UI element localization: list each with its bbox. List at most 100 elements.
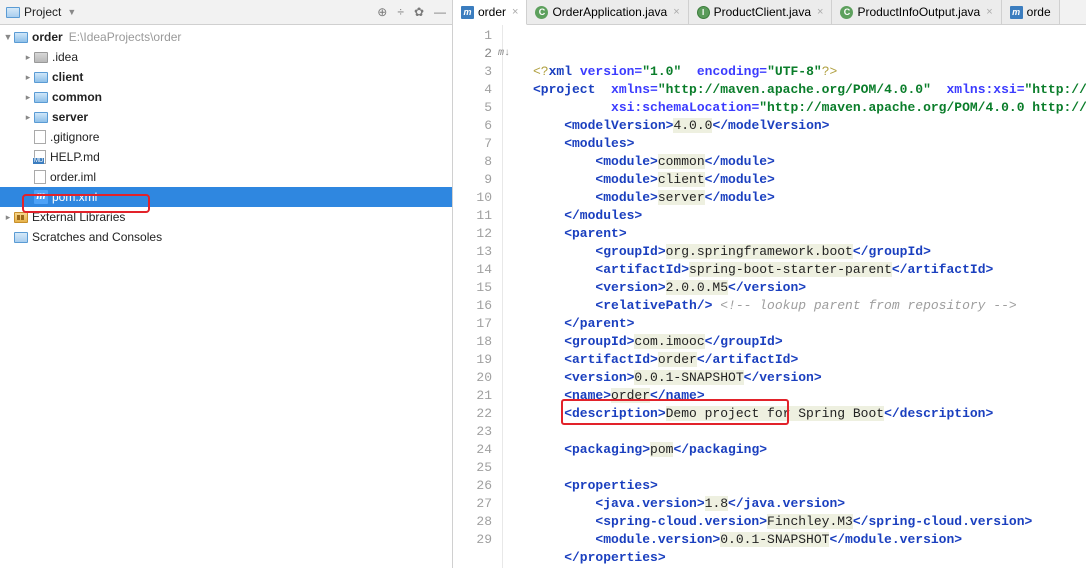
folder-icon — [34, 72, 48, 83]
code-line[interactable]: <spring-cloud.version>Finchley.M3</sprin… — [533, 513, 1086, 531]
project-tree[interactable]: ▼orderE:\IdeaProjects\order▸.idea▸client… — [0, 25, 452, 568]
tree-item-label: .idea — [52, 50, 78, 64]
interface-icon: I — [697, 6, 710, 19]
tab-label: order — [478, 5, 506, 19]
external-libraries[interactable]: ▸External Libraries — [0, 207, 452, 227]
code-line[interactable]: <parent> — [533, 225, 1086, 243]
code-line[interactable]: <packaging>pom</packaging> — [533, 441, 1086, 459]
line-number: 13 — [453, 243, 492, 261]
tree-item-order-iml[interactable]: order.iml — [0, 167, 452, 187]
line-number: 16 — [453, 297, 492, 315]
line-number: 20 — [453, 369, 492, 387]
scratches-label: Scratches and Consoles — [32, 230, 162, 244]
line-number: 17 — [453, 315, 492, 333]
line-number: 10 — [453, 189, 492, 207]
code-line[interactable]: <relativePath/> <!-- lookup parent from … — [533, 297, 1086, 315]
tree-item-pom-xml[interactable]: mpom.xml — [0, 187, 452, 207]
line-number: 25 — [453, 459, 492, 477]
line-number: 9 — [453, 171, 492, 189]
tree-root[interactable]: ▼orderE:\IdeaProjects\order — [0, 27, 452, 47]
code-line[interactable]: <module>server</module> — [533, 189, 1086, 207]
tab-label: orde — [1027, 5, 1051, 19]
line-number: 23 — [453, 423, 492, 441]
line-number: 24 — [453, 441, 492, 459]
line-number: 7 — [453, 135, 492, 153]
code-line[interactable]: </parent> — [533, 315, 1086, 333]
editor[interactable]: 1234567891011121314151617181920212223242… — [453, 25, 1086, 568]
gutter: 1234567891011121314151617181920212223242… — [453, 25, 503, 568]
code-line[interactable]: <module>client</module> — [533, 171, 1086, 189]
line-number: 22 — [453, 405, 492, 423]
code-line[interactable]: <module.version>0.0.1-SNAPSHOT</module.v… — [533, 531, 1086, 549]
code-line[interactable]: <modules> — [533, 135, 1086, 153]
line-number: 11 — [453, 207, 492, 225]
code-line[interactable]: <name>order</name> — [533, 387, 1086, 405]
code-line[interactable] — [533, 459, 1086, 477]
code-line[interactable]: xsi:schemaLocation="http://maven.apache.… — [533, 99, 1086, 117]
tree-item--gitignore[interactable]: .gitignore — [0, 127, 452, 147]
line-number: 5 — [453, 99, 492, 117]
code-line[interactable]: <artifactId>order</artifactId> — [533, 351, 1086, 369]
folder-icon — [34, 92, 48, 103]
tree-item-label: HELP.md — [50, 150, 100, 164]
code-line[interactable]: <modelVersion>4.0.0</modelVersion> — [533, 117, 1086, 135]
code-line[interactable]: </modules> — [533, 207, 1086, 225]
file-icon — [34, 170, 46, 184]
code-line[interactable]: <project xmlns="http://maven.apache.org/… — [533, 81, 1086, 99]
code-line[interactable]: <artifactId>spring-boot-starter-parent</… — [533, 261, 1086, 279]
code-line[interactable]: <version>2.0.0.M5</version> — [533, 279, 1086, 297]
scratches[interactable]: Scratches and Consoles — [0, 227, 452, 247]
code-line[interactable]: <java.version>1.8</java.version> — [533, 495, 1086, 513]
code-line[interactable]: <properties> — [533, 477, 1086, 495]
tab-orde[interactable]: morde — [1002, 0, 1060, 24]
chevron-down-icon[interactable]: ▼ — [67, 7, 76, 17]
line-number: 12 — [453, 225, 492, 243]
class-icon: C — [840, 6, 853, 19]
tree-item-server[interactable]: ▸server — [0, 107, 452, 127]
tree-item-label: .gitignore — [50, 130, 99, 144]
tree-item--idea[interactable]: ▸.idea — [0, 47, 452, 67]
code-line[interactable] — [533, 423, 1086, 441]
code-line[interactable]: <?xml version="1.0" encoding="UTF-8"?> — [533, 63, 1086, 81]
line-number: 29 — [453, 531, 492, 549]
line-number: 26 — [453, 477, 492, 495]
folder-icon — [34, 112, 48, 123]
library-icon — [14, 212, 28, 223]
tab-orderapplication-java[interactable]: COrderApplication.java× — [527, 0, 688, 24]
code-line[interactable]: <groupId>org.springframework.boot</group… — [533, 243, 1086, 261]
class-icon: C — [535, 6, 548, 19]
markdown-icon — [34, 150, 46, 164]
module-icon — [14, 32, 28, 43]
maven-icon: m — [34, 190, 48, 204]
tree-item-HELP-md[interactable]: HELP.md — [0, 147, 452, 167]
project-title[interactable]: Project — [24, 5, 61, 19]
code-line[interactable]: <version>0.0.1-SNAPSHOT</version> — [533, 369, 1086, 387]
close-icon[interactable]: × — [817, 6, 823, 18]
scratches-icon — [14, 232, 28, 243]
tab-order[interactable]: morder× — [453, 0, 527, 25]
tree-item-common[interactable]: ▸common — [0, 87, 452, 107]
line-number: 14 — [453, 261, 492, 279]
close-icon[interactable]: × — [986, 6, 992, 18]
tab-productclient-java[interactable]: IProductClient.java× — [689, 0, 833, 24]
collapse-icon[interactable]: — — [434, 5, 446, 19]
tree-item-client[interactable]: ▸client — [0, 67, 452, 87]
tab-productinfooutput-java[interactable]: CProductInfoOutput.java× — [832, 0, 1001, 24]
project-icon — [6, 7, 20, 18]
code-line[interactable]: </properties> — [533, 549, 1086, 567]
editor-panel: morder×COrderApplication.java×IProductCl… — [453, 0, 1086, 568]
code-line[interactable]: <groupId>com.imooc</groupId> — [533, 333, 1086, 351]
code-area[interactable]: <?xml version="1.0" encoding="UTF-8"?><p… — [503, 25, 1086, 568]
line-number: 19 — [453, 351, 492, 369]
target-icon[interactable]: ⊕ — [377, 5, 387, 19]
close-icon[interactable]: × — [673, 6, 679, 18]
maven-icon: m — [1010, 6, 1023, 19]
close-icon[interactable]: × — [512, 6, 518, 18]
code-line[interactable]: <module>common</module> — [533, 153, 1086, 171]
file-icon — [34, 130, 46, 144]
tree-root-label: order — [32, 30, 63, 44]
code-line[interactable]: <description>Demo project for Spring Boo… — [533, 405, 1086, 423]
gear-icon[interactable]: ✿ — [414, 5, 424, 19]
divide-icon[interactable]: ÷ — [397, 5, 404, 19]
editor-tabs: morder×COrderApplication.java×IProductCl… — [453, 0, 1086, 25]
